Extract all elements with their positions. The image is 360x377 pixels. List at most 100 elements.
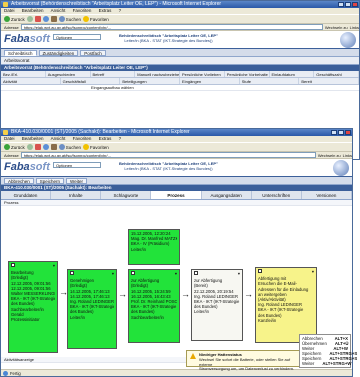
- card-menu-icon[interactable]: ▾: [175, 271, 177, 276]
- col-eingaengen[interactable]: Eingängen: [180, 78, 240, 84]
- step-icon[interactable]: [131, 271, 135, 275]
- menu-bearbeiten[interactable]: Bearbeiten: [22, 136, 44, 141]
- cancel-button[interactable]: Abbrechen: [4, 177, 34, 184]
- worklist-header: Bez./Erl. Ausgeschieden Betreff Manuell …: [1, 71, 359, 78]
- back-button[interactable]: Zurück: [4, 16, 25, 23]
- process-step-card[interactable]: ▾ zur Abfertigung (Bereit) 22.12.2005, 2…: [191, 269, 243, 341]
- links-button[interactable]: Links: [350, 25, 359, 30]
- close-button[interactable]: [352, 2, 358, 7]
- col-manuell[interactable]: Manuell nachzubeziehen: [135, 71, 180, 77]
- tab-postfach[interactable]: Postfach: [80, 49, 106, 56]
- col-vorbehalte[interactable]: Persönliche Vorbehalte: [225, 71, 270, 77]
- menu-favoriten[interactable]: Favoriten: [73, 136, 92, 141]
- close-button[interactable]: [345, 130, 351, 135]
- menu-extras[interactable]: Extras: [99, 8, 112, 13]
- card-menu-icon[interactable]: ▾: [238, 271, 240, 276]
- go-button[interactable]: Wechseln zu: [325, 25, 348, 30]
- menu-bearbeiten[interactable]: Bearbeiten: [22, 8, 44, 13]
- search-button[interactable]: Suchen: [58, 16, 82, 23]
- table-row[interactable]: Eingangsaufbau wählen: [1, 85, 359, 91]
- col-gz[interactable]: Geschäftszahl: [314, 71, 359, 77]
- card-menu-icon[interactable]: ▾: [312, 269, 314, 274]
- step-icon[interactable]: [70, 271, 74, 275]
- col-bez[interactable]: Bez./Erl.: [1, 71, 46, 77]
- home-icon[interactable]: [50, 144, 57, 150]
- process-step-card[interactable]: ▾ zur Abfertigung (Erledigt) 16.12.2005,…: [128, 269, 180, 343]
- menu-datei[interactable]: Datei: [4, 8, 15, 13]
- back-button-label: Zurück: [11, 144, 25, 150]
- process-step-card[interactable]: ▾ Abfertigung mit Ersuchen die E-Mail- A…: [255, 267, 317, 343]
- address-input[interactable]: https://elak.wvt.au.gv.at/fsc/fsonrpc/co…: [20, 24, 323, 30]
- col-aktivitaet[interactable]: Aktivität: [1, 78, 61, 84]
- battery-warning-popup[interactable]: Niedriger Hattenstatus Wechsel Sie sofor…: [186, 350, 308, 371]
- worklist-subheader: Aktivität Geschäftsfall Beteiligungen Ei…: [1, 78, 359, 85]
- search-icon: [58, 144, 65, 150]
- front-action-bar: Abbrechen Speichern Weiter: [1, 177, 352, 185]
- stop-icon[interactable]: [34, 144, 41, 150]
- tab-prozess[interactable]: Prozess: [151, 191, 202, 199]
- step-icon[interactable]: [258, 269, 262, 273]
- back-window-titlebar[interactable]: Arbeitsvorrat (Behördenschreibtisch "Arb…: [1, 1, 359, 8]
- tab-ausgangsdaten[interactable]: Ausgangsdaten: [202, 191, 252, 199]
- home-icon[interactable]: [50, 16, 57, 22]
- go-button[interactable]: Wechseln zu: [318, 153, 341, 158]
- back-button[interactable]: Zurück: [4, 144, 25, 151]
- save-button[interactable]: Speichern: [35, 177, 65, 184]
- arrow-right-icon: →: [181, 289, 190, 299]
- favorites-button[interactable]: Favoriten: [83, 16, 109, 23]
- front-address-bar: Adresse https://elak.wvt.au.gv.at/fsc/fs…: [1, 152, 352, 159]
- menu-datei[interactable]: Datei: [4, 136, 15, 141]
- card-menu-icon[interactable]: ▾: [112, 271, 114, 276]
- maximize-button[interactable]: [345, 2, 351, 7]
- card-menu-icon[interactable]: ▾: [53, 263, 55, 268]
- col-einlaufdatum[interactable]: Einlaufdatum: [270, 71, 315, 77]
- step-icon[interactable]: [11, 263, 15, 267]
- tab-grunddaten[interactable]: Grunddaten: [1, 191, 52, 199]
- col-stufe[interactable]: Stufe: [240, 78, 300, 84]
- address-input[interactable]: https://elak.wvt.au.gv.at/fsc/fsonrpc/co…: [20, 152, 316, 158]
- options-dropdown[interactable]: Optionen: [53, 34, 101, 40]
- next-button[interactable]: Weiter: [66, 177, 87, 184]
- tab-zustaendigkeiten[interactable]: Zuständigkeiten: [38, 49, 79, 56]
- back-address-bar: Adresse https://elak.wvt.au.gv.at/fsc/fs…: [1, 24, 359, 31]
- tab-versionen[interactable]: Versionen: [302, 191, 352, 199]
- tab-inhalte[interactable]: Inhalte: [51, 191, 102, 199]
- process-step-card[interactable]: ▾ Genehmigen (Erledigt) 14.12.2005, 17:4…: [67, 269, 117, 349]
- col-betreff[interactable]: Betreff: [91, 71, 136, 77]
- tab-schlagworte[interactable]: Schlagworte: [101, 191, 152, 199]
- col-ausgeschieden[interactable]: Ausgeschieden: [46, 71, 91, 77]
- stop-icon[interactable]: [34, 16, 41, 22]
- refresh-icon[interactable]: [42, 144, 49, 150]
- menu-ansicht[interactable]: Ansicht: [51, 8, 66, 13]
- search-button-label: Suchen: [65, 16, 82, 22]
- globe-icon: [340, 32, 356, 48]
- tab-unterschriften[interactable]: Unterschriften: [252, 191, 302, 199]
- process-step-card[interactable]: 15.12.2005, 12:20:24 Mag. Dr. Manfred MA…: [128, 229, 180, 265]
- step-icon[interactable]: [194, 271, 198, 275]
- forward-arrow-icon[interactable]: [26, 16, 33, 22]
- tab-schreibtisch[interactable]: Schreibtisch: [4, 49, 37, 56]
- search-button[interactable]: Suchen: [58, 144, 81, 151]
- menu-favoriten[interactable]: Favoriten: [73, 8, 92, 13]
- menu-help[interactable]: ?: [119, 8, 122, 13]
- window-controls: [331, 130, 351, 135]
- col-beteiligungen[interactable]: Beteiligungen: [120, 78, 181, 84]
- menu-help[interactable]: ?: [119, 136, 122, 141]
- maximize-button[interactable]: [338, 130, 344, 135]
- filter-label[interactable]: Arbeitsvorrat: [4, 58, 30, 63]
- minimize-button[interactable]: [331, 130, 337, 135]
- forward-arrow-icon[interactable]: [26, 144, 33, 150]
- star-icon: [83, 16, 90, 22]
- options-dropdown[interactable]: Optionen: [53, 162, 101, 168]
- menu-extras[interactable]: Extras: [99, 136, 112, 141]
- refresh-icon[interactable]: [42, 16, 49, 22]
- menu-ansicht[interactable]: Ansicht: [51, 136, 66, 141]
- links-button[interactable]: Links: [343, 153, 352, 158]
- minimize-button[interactable]: [338, 2, 344, 7]
- col-bereit[interactable]: Bereit: [299, 78, 359, 84]
- col-vorlieben[interactable]: Persönliche Vorlieben: [180, 71, 225, 77]
- front-window-titlebar[interactable]: BKA-410.030/0001 (ST)/2005 (Sachakt): Be…: [1, 129, 352, 136]
- process-step-card[interactable]: ▾ Bearbeitung (Erledigt) 12.12.2005, 09:…: [8, 261, 58, 353]
- favorites-button[interactable]: Favoriten: [83, 144, 109, 151]
- col-geschaeftsfall[interactable]: Geschäftsfall: [61, 78, 121, 84]
